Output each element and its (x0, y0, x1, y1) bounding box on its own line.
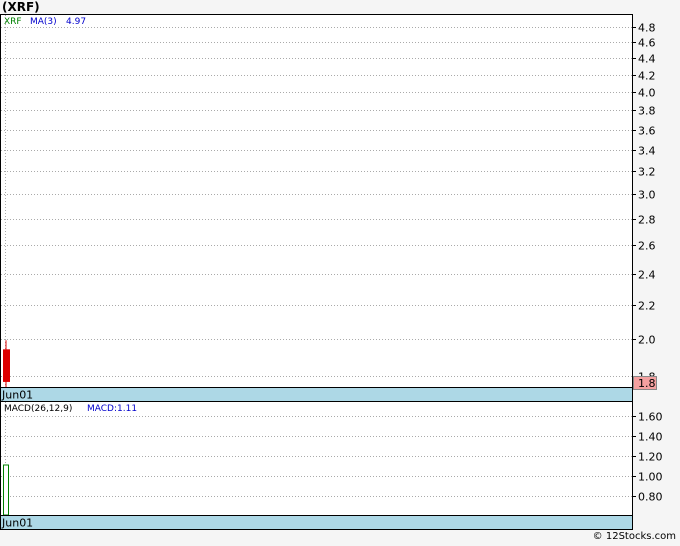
price-tick-label: 4.0 (638, 87, 656, 100)
macd-date-band (0, 515, 633, 530)
price-tick-label: 2.4 (638, 269, 656, 282)
legend-ma-value: 4.97 (66, 17, 86, 27)
macd-bars (3, 464, 9, 516)
candle-body (3, 349, 10, 382)
macd-legend-value: MACD:1.11 (87, 404, 137, 414)
price-tick-label: 3.4 (638, 145, 656, 158)
price-x-label: Jun01 (1, 389, 33, 402)
price-tick-label: 3.0 (638, 189, 656, 202)
price-tick-label: 4.2 (638, 70, 656, 83)
macd-tick-label: 1.40 (638, 431, 663, 444)
price-panel (0, 14, 633, 388)
macd-axis: 1.60 1.40 1.20 1.00 0.80 (632, 411, 663, 504)
macd-tick-label: 1.60 (638, 411, 663, 424)
macd-panel (0, 401, 633, 516)
price-tick-label: 2.2 (638, 300, 656, 313)
price-tick-label: 2.0 (638, 334, 656, 347)
macd-bar (3, 464, 9, 516)
price-tick-label: 3.2 (638, 166, 656, 179)
price-tick-label: 4.4 (638, 53, 656, 66)
price-tick-label: 4.8 (638, 22, 656, 35)
footer-credit: © 12Stocks.com (592, 531, 676, 542)
price-tick-label: 4.6 (638, 37, 656, 50)
macd-tick-label: 0.80 (638, 491, 663, 504)
price-axis: 4.8 4.6 4.4 4.2 4.0 3.8 3.6 3.4 3.2 3.0 2.8 2.6 2.4 2… (632, 22, 656, 384)
price-date-band (0, 387, 633, 402)
price-tick-label: 3.8 (638, 105, 656, 118)
legend-ma-label: MA(3) (30, 17, 57, 27)
price-tick-label: 2.8 (638, 214, 656, 227)
macd-tick-label: 1.00 (638, 471, 663, 484)
price-tick-label: 2.6 (638, 240, 656, 253)
current-price-label: 1.8 (638, 377, 656, 390)
macd-legend-name: MACD(26,12,9) (4, 404, 72, 414)
macd-tick-label: 1.20 (638, 451, 663, 464)
legend-ticker: XRF (4, 17, 22, 27)
macd-x-label: Jun01 (1, 517, 33, 530)
price-tick-label: 3.6 (638, 125, 656, 138)
stock-chart: 4.8 4.6 4.4 4.2 4.0 3.8 3.6 3.4 3.2 3.0 2.8 2.6 2.4 2… (0, 14, 663, 530)
